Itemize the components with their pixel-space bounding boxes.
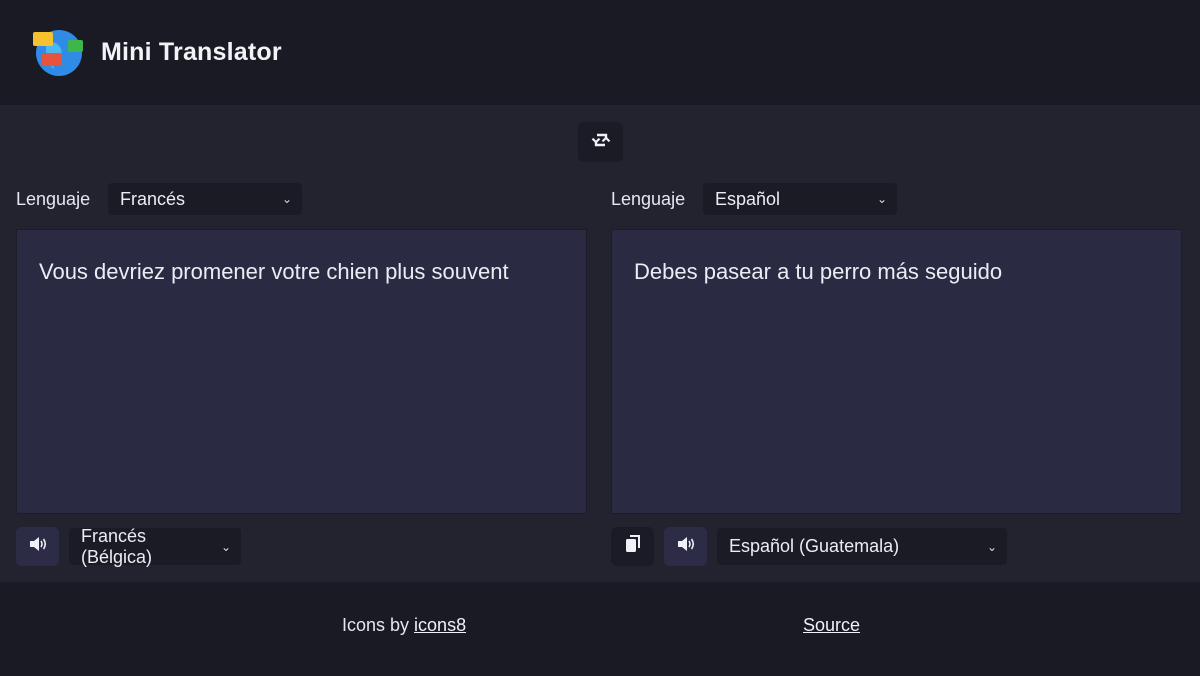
target-voice-select[interactable]: Español (Guatemala) ⌄	[717, 528, 1007, 565]
translator-panel: Lenguaje Francés ⌄ Vous devriez promener…	[0, 105, 1200, 582]
source-language-label: Lenguaje	[16, 188, 91, 209]
icons-credit: Icons by icons8	[342, 615, 466, 636]
target-language-value: Español	[715, 188, 781, 209]
source-controls: Francés (Bélgica) ⌄	[16, 525, 241, 567]
credit-prefix: Icons by	[342, 615, 415, 635]
source-language-row: Lenguaje Francés ⌄	[16, 183, 302, 215]
target-language-label: Lenguaje	[611, 188, 686, 209]
target-text-output[interactable]: Debes pasear a tu perro más seguido	[611, 229, 1182, 514]
chevron-down-icon: ⌄	[876, 192, 887, 206]
target-voice-value: Español (Guatemala)	[729, 536, 900, 556]
chevron-down-icon: ⌄	[281, 192, 292, 206]
source-pane: Lenguaje Francés ⌄ Vous devriez promener…	[16, 105, 588, 582]
target-language-select[interactable]: Español ⌄	[703, 183, 897, 215]
chevron-down-icon: ⌄	[220, 539, 231, 554]
source-link[interactable]: Source	[803, 615, 860, 635]
source-voice-value: Francés (Bélgica)	[81, 525, 153, 567]
chevron-down-icon: ⌄	[986, 539, 997, 554]
copy-button[interactable]	[611, 527, 654, 566]
target-controls: Español (Guatemala) ⌄	[611, 527, 1007, 566]
icons8-link[interactable]: icons8	[414, 615, 466, 635]
source-language-value: Francés	[120, 188, 186, 209]
swap-arrows-icon	[591, 131, 611, 154]
source-text-input[interactable]: Vous devriez promener votre chien plus s…	[16, 229, 587, 514]
target-pane: Lenguaje Español ⌄ Debes pasear a tu per…	[611, 105, 1183, 582]
source-speak-button[interactable]	[16, 527, 59, 566]
target-speak-button[interactable]	[664, 527, 707, 566]
copy-icon	[625, 535, 641, 558]
target-language-row: Lenguaje Español ⌄	[611, 183, 897, 215]
app-title: Mini Translator	[101, 38, 282, 66]
source-voice-select[interactable]: Francés (Bélgica) ⌄	[69, 525, 241, 567]
footer: Icons by icons8 Source	[0, 582, 1200, 676]
globe-chat-icon	[32, 27, 84, 79]
app-header: Mini Translator	[0, 0, 1200, 105]
source-link-wrap: Source	[803, 615, 860, 636]
speaker-icon	[28, 535, 48, 558]
source-language-select[interactable]: Francés ⌄	[108, 183, 302, 215]
speaker-icon	[676, 535, 696, 558]
